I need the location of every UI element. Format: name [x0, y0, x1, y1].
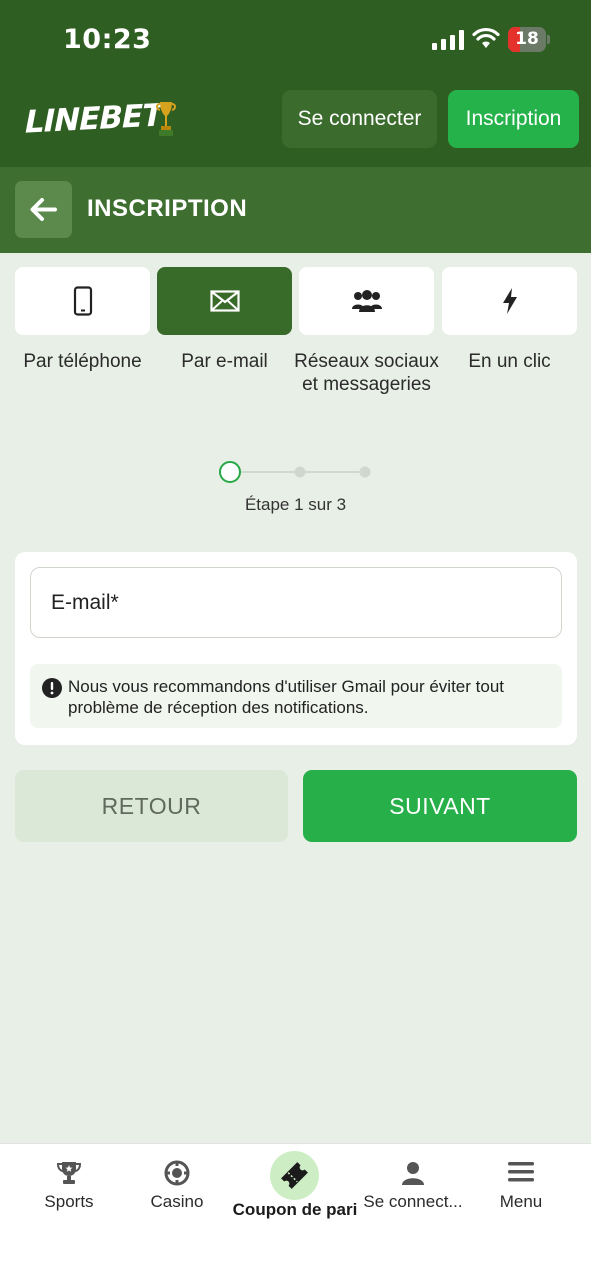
tab-email-label: Par e-mail	[181, 351, 268, 372]
phone-icon	[73, 286, 92, 316]
step-label: Étape 1 sur 3	[244, 495, 347, 514]
tab-one-click-label: En un clic	[468, 351, 551, 372]
tab-one-click[interactable]	[442, 267, 577, 335]
nav-coupon[interactable]	[270, 1151, 319, 1200]
envelope-icon	[209, 290, 240, 312]
nav-coupon-label: Coupon de pari	[232, 1200, 358, 1219]
tab-social-label: Réseaux sociaux et messageries	[294, 351, 439, 395]
step-progress	[219, 461, 371, 483]
nav-login[interactable]: Se connect...	[354, 1150, 472, 1240]
step-2-indicator	[294, 466, 306, 478]
trophy-icon	[156, 102, 176, 136]
battery-level: 18	[515, 29, 539, 49]
email-field[interactable]	[30, 567, 562, 638]
nav-menu[interactable]: Menu	[462, 1150, 580, 1240]
back-step-button[interactable]: RETOUR	[15, 770, 288, 842]
linebet-logo[interactable]: LINEBET	[25, 97, 162, 140]
step-3-indicator	[359, 466, 371, 478]
exclamation-icon	[42, 678, 62, 698]
nav-sports-label: Sports	[44, 1192, 94, 1211]
arrow-left-icon	[30, 198, 57, 221]
nav-menu-label: Menu	[499, 1192, 543, 1211]
ticket-icon	[281, 1162, 308, 1189]
signal-icon	[432, 30, 464, 50]
tab-phone-label: Par téléphone	[23, 351, 142, 372]
trophy-icon	[56, 1162, 82, 1184]
wifi-icon	[472, 27, 500, 48]
step-1-indicator	[219, 461, 241, 483]
battery-icon: 18	[508, 27, 550, 52]
nav-casino-label: Casino	[150, 1192, 204, 1211]
tab-phone[interactable]	[15, 267, 150, 335]
next-step-button[interactable]: SUIVANT	[303, 770, 577, 842]
page-title: INSCRIPTION	[87, 195, 248, 222]
menu-icon	[508, 1162, 534, 1182]
nav-login-label: Se connect...	[363, 1192, 463, 1211]
users-icon	[351, 290, 382, 312]
tab-social[interactable]	[299, 267, 434, 335]
header-login-button[interactable]: Se connecter	[282, 90, 437, 148]
back-button[interactable]	[15, 181, 72, 238]
gmail-notice-text: Nous vous recommandons d'utiliser Gmail …	[68, 677, 504, 717]
status-time: 10:23	[63, 24, 152, 55]
tab-email[interactable]	[157, 267, 292, 335]
lightning-icon	[502, 288, 517, 314]
nav-sports[interactable]: Sports	[10, 1150, 128, 1240]
header-signup-button[interactable]: Inscription	[448, 90, 579, 148]
user-icon	[402, 1162, 424, 1185]
nav-casino[interactable]: Casino	[118, 1150, 236, 1240]
casino-chip-icon	[164, 1160, 190, 1186]
